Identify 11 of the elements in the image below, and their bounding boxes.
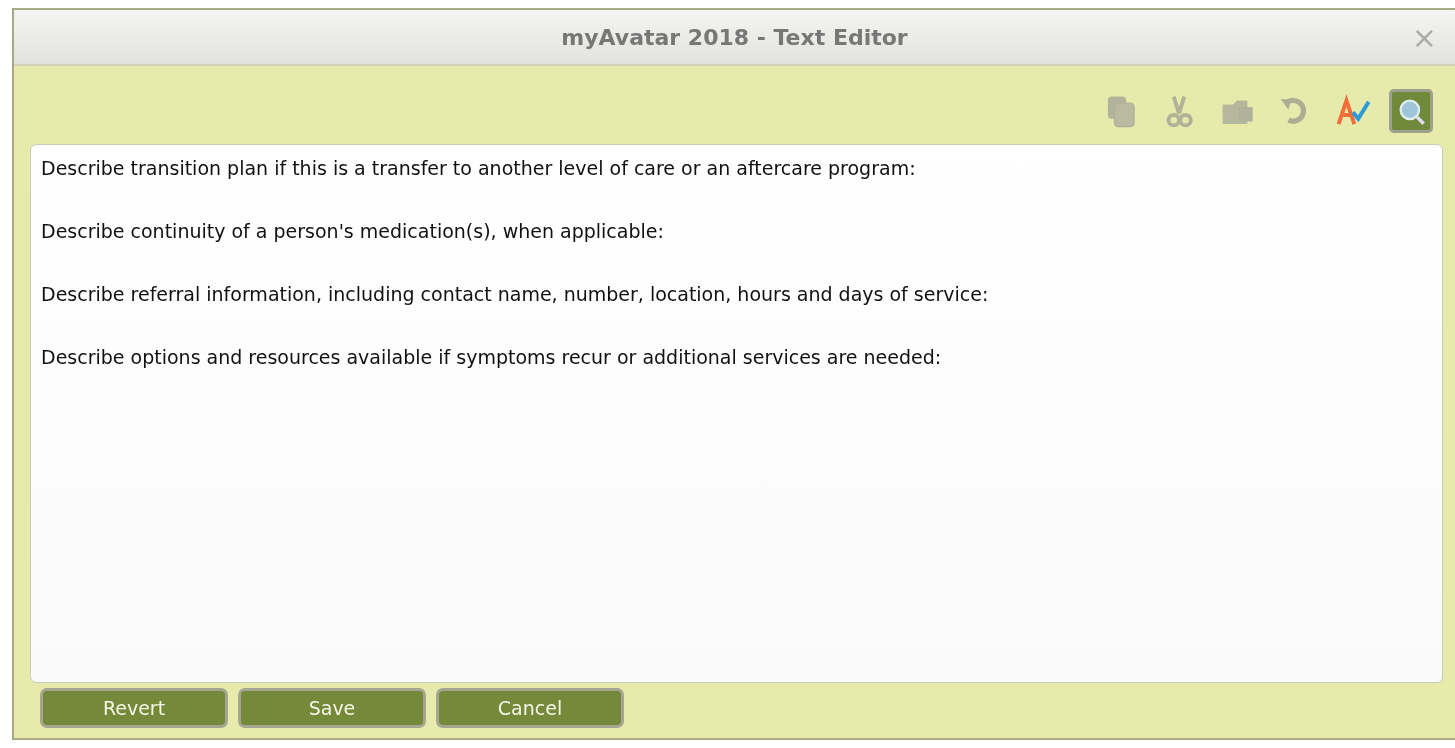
prompt-text: Describe continuity of a person's medication(s), when applicable:: [41, 219, 665, 244]
close-button[interactable]: ×: [1407, 20, 1441, 55]
text-area[interactable]: [30, 144, 1443, 683]
prompt-text: Describe referral information, including contact name, number, location, hours and days of service:: [41, 282, 990, 307]
prompt-text: Describe options and resources available if symptoms recur or additional services are needed:: [41, 345, 943, 370]
action-button[interactable]: Save: [238, 688, 426, 728]
window-title: myAvatar 2018 - Text Editor: [561, 24, 908, 50]
prompt-text: Describe transition plan if this is a transfer to another level of care or an aftercare program:: [41, 156, 917, 181]
action-button[interactable]: Revert: [40, 688, 228, 728]
search-button[interactable]: [1389, 89, 1433, 133]
action-button[interactable]: Cancel: [436, 688, 624, 728]
